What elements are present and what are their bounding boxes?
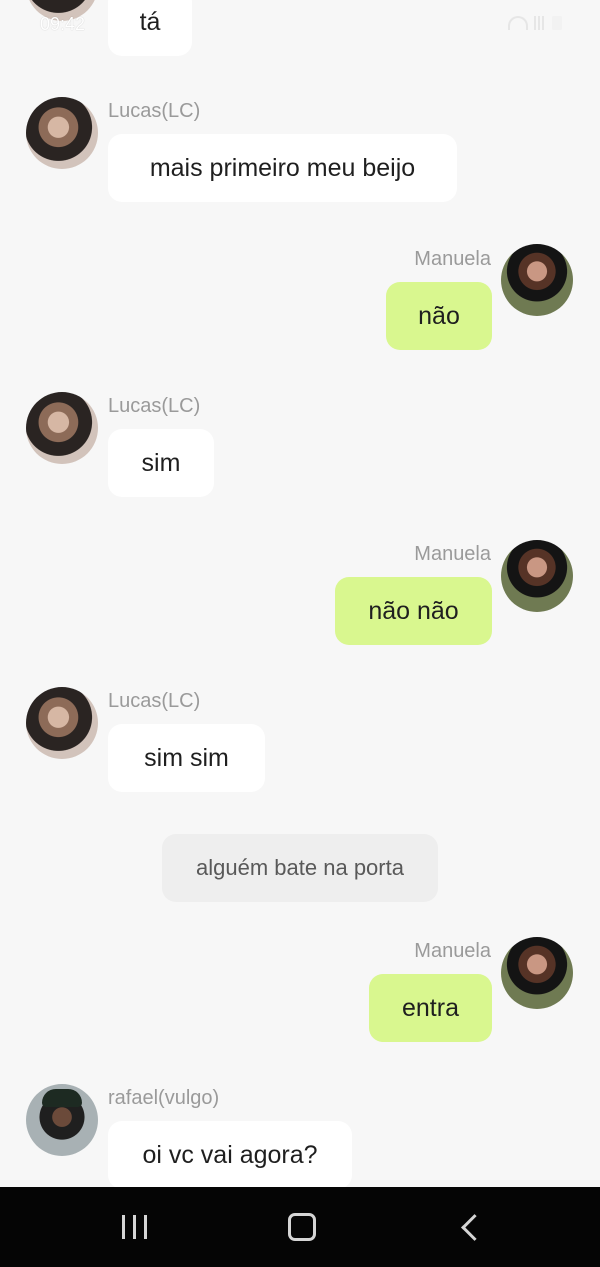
sender-name: Manuela — [414, 940, 491, 962]
message-bubble[interactable]: não — [386, 282, 492, 350]
avatar-lucas[interactable] — [26, 97, 98, 169]
sender-name: Lucas(LC) — [108, 395, 201, 417]
avatar-lucas[interactable] — [26, 392, 98, 464]
message-bubble[interactable]: mais primeiro meu beijo — [108, 134, 457, 202]
avatar-lucas[interactable] — [26, 687, 98, 759]
avatar-manuela[interactable] — [501, 244, 573, 316]
cap-shape — [42, 1089, 82, 1107]
avatar-manuela[interactable] — [501, 937, 573, 1009]
back-icon — [460, 1213, 488, 1241]
recent-apps-icon — [122, 1215, 148, 1239]
message-bubble[interactable]: sim sim — [108, 724, 265, 792]
signal-icon — [534, 16, 546, 30]
message-bubble[interactable]: oi vc vai agora? — [108, 1121, 352, 1189]
battery-icon — [552, 16, 562, 30]
status-bar: 09:42 — [0, 0, 600, 48]
avatar-manuela[interactable] — [501, 540, 573, 612]
recent-apps-button[interactable] — [75, 1187, 195, 1267]
narration-bubble: alguém bate na porta — [162, 834, 438, 902]
wifi-icon — [508, 16, 528, 30]
back-button[interactable] — [410, 1187, 530, 1267]
status-icons — [508, 16, 562, 30]
sender-name: Lucas(LC) — [108, 690, 201, 712]
message-bubble[interactable]: não não — [335, 577, 492, 645]
sender-name: Manuela — [414, 248, 491, 270]
status-time: 09:42 — [40, 14, 86, 34]
avatar-rafael[interactable] — [26, 1084, 98, 1156]
home-icon — [288, 1213, 316, 1241]
home-button[interactable] — [242, 1187, 362, 1267]
message-bubble[interactable]: sim — [108, 429, 214, 497]
message-bubble[interactable]: entra — [369, 974, 492, 1042]
sender-name: rafael(vulgo) — [108, 1087, 220, 1109]
sender-name: Manuela — [414, 543, 491, 565]
navigation-bar — [0, 1187, 600, 1267]
sender-name: Lucas(LC) — [108, 100, 201, 122]
